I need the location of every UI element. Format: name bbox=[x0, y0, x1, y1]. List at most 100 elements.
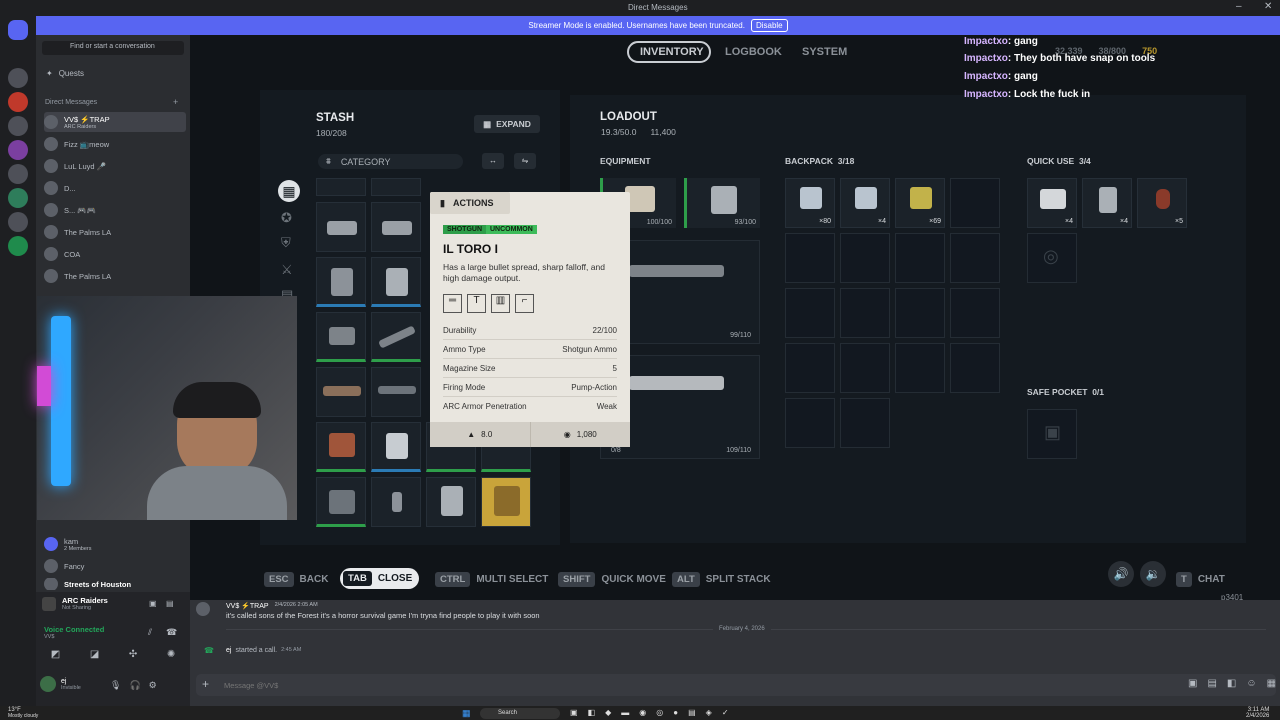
microphone-icon[interactable]: 🎙 bbox=[110, 680, 121, 691]
add-server-icon[interactable] bbox=[8, 236, 28, 256]
user-info[interactable]: ej Invisible bbox=[40, 676, 81, 692]
backpack-slot[interactable]: ×80 bbox=[785, 178, 835, 228]
actions-header[interactable]: ▮ ACTIONS bbox=[430, 192, 510, 214]
discord-home-icon[interactable] bbox=[8, 20, 28, 40]
hint-quick-move[interactable]: SHIFT QUICK MOVE bbox=[558, 572, 666, 587]
dm-item[interactable]: The Palms LA bbox=[44, 222, 186, 242]
headphones-icon[interactable]: 🎧 bbox=[129, 680, 140, 691]
activity-icon[interactable]: ✣ bbox=[129, 649, 137, 660]
dm-item[interactable]: The Palms LA bbox=[44, 266, 186, 286]
backpack-slot[interactable] bbox=[840, 343, 890, 393]
backpack-slot[interactable] bbox=[840, 233, 890, 283]
hint-chat[interactable]: T CHAT bbox=[1176, 572, 1225, 587]
stash-slot[interactable] bbox=[371, 422, 421, 472]
app-icon[interactable]: ◎ bbox=[656, 708, 663, 717]
dm-item[interactable]: kam 2 Members bbox=[44, 534, 186, 554]
backpack-slot[interactable] bbox=[950, 233, 1000, 283]
stash-slot[interactable] bbox=[371, 202, 421, 252]
minimize-icon[interactable]: – bbox=[1236, 1, 1242, 12]
backpack-slot[interactable] bbox=[840, 288, 890, 338]
server-icon[interactable] bbox=[8, 164, 28, 184]
backpack-slot[interactable]: ×4 bbox=[840, 178, 890, 228]
category-icon[interactable]: ⛨ bbox=[281, 235, 291, 251]
backpack-slot[interactable] bbox=[895, 288, 945, 338]
hint-multi-select[interactable]: CTRL MULTI SELECT bbox=[435, 572, 548, 587]
gift-icon[interactable]: ▣ bbox=[1188, 678, 1197, 689]
apps-icon[interactable]: ▦ bbox=[1267, 678, 1276, 689]
stash-slot[interactable] bbox=[371, 178, 421, 196]
screen-icon[interactable]: ◪ bbox=[90, 649, 99, 660]
stash-slot[interactable] bbox=[426, 477, 476, 527]
search-input[interactable]: Find or start a conversation bbox=[42, 41, 184, 55]
backpack-slot[interactable] bbox=[950, 343, 1000, 393]
server-icon[interactable] bbox=[8, 140, 28, 160]
noise-suppression-icon[interactable]: ⫽ bbox=[148, 627, 152, 638]
hint-close[interactable]: TAB CLOSE bbox=[340, 568, 420, 589]
backpack-slot[interactable] bbox=[785, 233, 835, 283]
start-icon[interactable]: ▦ bbox=[462, 708, 471, 719]
folder-icon[interactable]: ▬ bbox=[621, 708, 629, 717]
quickuse-slot[interactable]: ×5 bbox=[1137, 178, 1187, 228]
tab-inventory[interactable]: INVENTORY bbox=[640, 46, 704, 58]
quests-link[interactable]: ✦ Quests bbox=[46, 69, 84, 78]
app-icon[interactable]: ▤ bbox=[688, 708, 696, 717]
tab-system[interactable]: SYSTEM bbox=[802, 46, 847, 58]
server-icon[interactable] bbox=[8, 92, 28, 112]
discord-icon[interactable]: ◈ bbox=[706, 708, 712, 717]
stash-slot[interactable] bbox=[371, 312, 421, 362]
hint-split-stack[interactable]: ALT SPLIT STACK bbox=[672, 572, 771, 587]
stash-slot[interactable] bbox=[371, 367, 421, 417]
shield-slot[interactable]: 93/100 bbox=[684, 178, 760, 228]
volume-icon[interactable]: 🔉 bbox=[1140, 561, 1166, 587]
user-settings-icon[interactable]: ⚙ bbox=[149, 680, 157, 691]
dm-item[interactable]: VV$ ⚡TRAP ARC Raiders bbox=[44, 112, 186, 132]
dm-item[interactable]: S... 🎮🎮 bbox=[44, 200, 186, 220]
stash-slot[interactable] bbox=[316, 178, 366, 196]
dm-item[interactable]: LuL Luyd 🎤 bbox=[44, 156, 186, 176]
emoji-icon[interactable]: ☺ bbox=[1246, 678, 1256, 689]
safepocket-slot[interactable]: ▣ bbox=[1027, 409, 1077, 459]
stash-slot[interactable] bbox=[316, 422, 366, 472]
quickuse-slot[interactable]: ×4 bbox=[1027, 178, 1077, 228]
backpack-slot[interactable] bbox=[950, 288, 1000, 338]
dm-item[interactable]: Fancy bbox=[44, 556, 186, 576]
backpack-slot[interactable] bbox=[950, 178, 1000, 228]
stash-slot[interactable] bbox=[316, 367, 366, 417]
app-icon[interactable]: ◆ bbox=[605, 708, 611, 717]
app-icon[interactable]: ✓ bbox=[722, 708, 729, 717]
weather-widget[interactable]: 13°F Mostly cloudy bbox=[8, 707, 38, 719]
backpack-slot[interactable] bbox=[785, 398, 835, 448]
backpack-slot[interactable] bbox=[895, 233, 945, 283]
category-icon[interactable]: ⚔ bbox=[281, 262, 293, 278]
stash-slot[interactable] bbox=[371, 477, 421, 527]
app-icon[interactable]: ▣ bbox=[570, 708, 578, 717]
tab-logbook[interactable]: LOGBOOK bbox=[725, 46, 782, 58]
stash-slot[interactable] bbox=[371, 257, 421, 307]
app-icon[interactable]: ● bbox=[673, 708, 678, 717]
dm-item[interactable]: Streets of Houston bbox=[44, 578, 186, 590]
category-dropdown[interactable]: ⩩ CATEGORY bbox=[318, 154, 463, 169]
stash-slot[interactable] bbox=[481, 477, 531, 527]
close-icon[interactable]: ✕ bbox=[1264, 1, 1272, 12]
soundboard-icon[interactable]: ✺ bbox=[167, 649, 175, 660]
app-icon[interactable]: ◧ bbox=[588, 708, 596, 717]
expand-button[interactable]: ▦ EXPAND bbox=[474, 115, 540, 133]
server-icon[interactable] bbox=[8, 188, 28, 208]
stash-slot[interactable] bbox=[316, 257, 366, 307]
speaker-icon[interactable]: 🔊 bbox=[1108, 561, 1134, 587]
attach-icon[interactable]: + bbox=[202, 677, 209, 691]
backpack-slot[interactable]: ×69 bbox=[895, 178, 945, 228]
stash-slot[interactable] bbox=[316, 202, 366, 252]
all-category-icon[interactable]: ▦ bbox=[278, 180, 300, 202]
backpack-slot[interactable] bbox=[785, 288, 835, 338]
dm-item[interactable]: COA bbox=[44, 244, 186, 264]
backpack-slot[interactable] bbox=[840, 398, 890, 448]
gif-icon[interactable]: ▤ bbox=[1207, 678, 1216, 689]
app-icon[interactable]: ◉ bbox=[639, 708, 646, 717]
dm-item[interactable]: Fizz 📺meow bbox=[44, 134, 186, 154]
category-icon[interactable]: ✪ bbox=[281, 210, 292, 226]
quickuse-slot-locked[interactable]: ◎ bbox=[1027, 233, 1077, 283]
search-box[interactable]: Search bbox=[480, 708, 560, 719]
add-dm-icon[interactable]: + bbox=[173, 97, 178, 107]
backpack-slot[interactable] bbox=[895, 343, 945, 393]
